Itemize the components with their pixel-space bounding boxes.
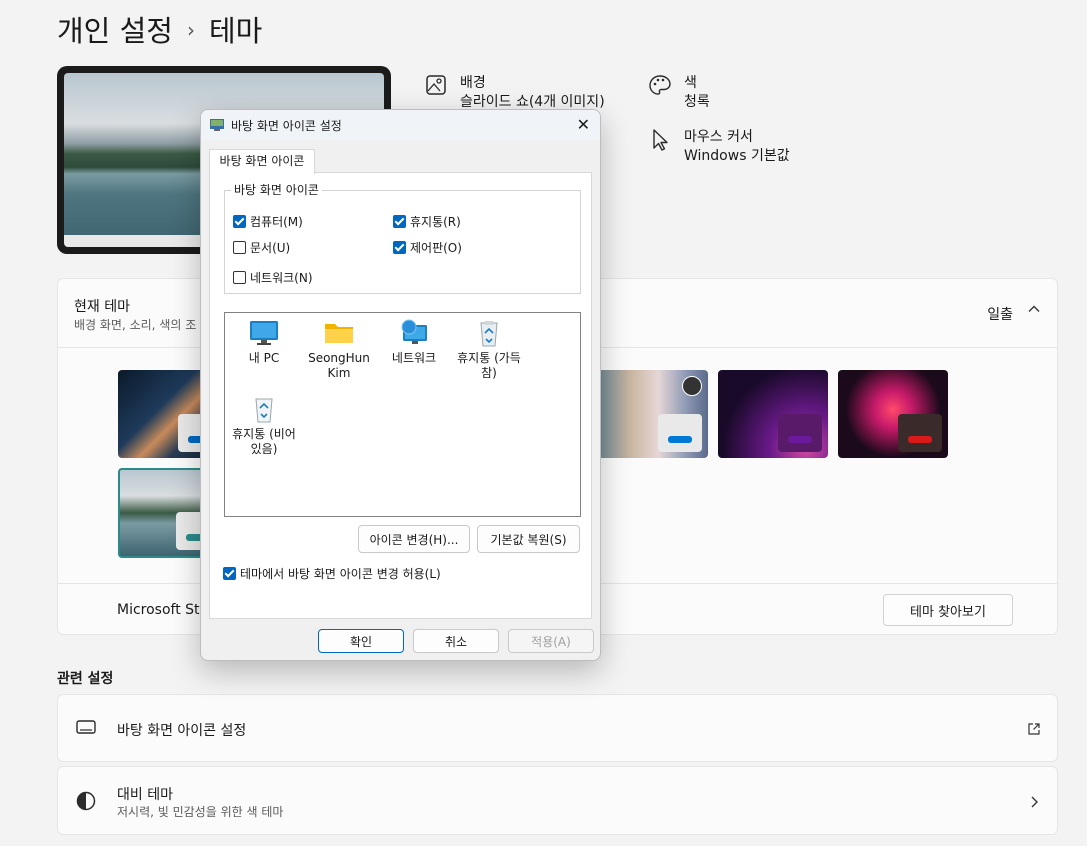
store-label: Microsoft Sto: [117, 602, 209, 618]
network-checkbox[interactable]: 네트워크(N): [233, 269, 313, 286]
icon-label: SeongHun Kim: [308, 351, 370, 380]
page-title: 테마: [208, 14, 263, 48]
color-info[interactable]: 색 청록: [648, 74, 710, 112]
desktop-icon-list[interactable]: 내 PC SeongHun Kim 네트워크 휴지통 (가득 참) 휴지통 (비…: [224, 312, 581, 517]
checkbox-label: 문서(U): [250, 241, 291, 255]
contrast-themes-row[interactable]: 대비 테마 저시력, 빛 민감성을 위한 색 테마: [57, 766, 1058, 835]
current-theme-subtitle: 배경 화면, 소리, 색의 조: [74, 318, 197, 332]
background-info[interactable]: 배경 슬라이드 쇼(4개 이미지): [424, 74, 605, 112]
chevron-up-icon[interactable]: [1027, 301, 1041, 320]
color-label: 색: [684, 75, 697, 91]
current-theme-title: 현재 테마: [74, 299, 130, 315]
desktop-icon-settings-label: 바탕 화면 아이콘 설정: [117, 723, 247, 739]
checkbox-label: 제어판(O): [410, 241, 462, 255]
dialog-titlebar[interactable]: 바탕 화면 아이콘 설정 ✕: [201, 110, 600, 140]
external-link-icon: [1027, 721, 1041, 740]
cancel-button[interactable]: 취소: [413, 629, 499, 653]
computer-checkbox[interactable]: 컴퓨터(M): [233, 213, 303, 230]
theme-thumbnail-glow[interactable]: [718, 370, 828, 458]
dialog-app-icon: [209, 117, 225, 137]
control-panel-checkbox[interactable]: 제어판(O): [393, 239, 462, 256]
group-legend: 바탕 화면 아이콘: [231, 181, 322, 198]
monitor-icon: [249, 319, 279, 347]
cursor-label: 마우스 커서: [684, 129, 753, 145]
network-icon: [399, 319, 429, 347]
breadcrumb-separator: ›: [186, 18, 195, 42]
monitor-icon: [76, 719, 96, 739]
icon-label: 내 PC: [248, 351, 280, 365]
breadcrumb-parent[interactable]: 개인 설정: [57, 8, 173, 50]
contrast-themes-subtitle: 저시력, 빛 민감성을 위한 색 테마: [117, 805, 284, 819]
checkbox-box[interactable]: [223, 567, 236, 580]
checkbox-label: 테마에서 바탕 화면 아이콘 변경 허용(L): [240, 567, 441, 581]
theme-thumbnail-flow[interactable]: [838, 370, 948, 458]
theme-chip: [658, 414, 702, 452]
recycle-bin-checkbox[interactable]: 휴지통(R): [393, 213, 461, 230]
breadcrumb: 개인 설정 › 테마: [57, 8, 262, 50]
folder-icon: [324, 319, 354, 347]
chevron-right-icon: [1029, 794, 1039, 813]
checkbox-label: 컴퓨터(M): [250, 215, 303, 229]
checkbox-label: 네트워크(N): [250, 271, 313, 285]
browse-themes-button[interactable]: 테마 찾아보기: [883, 594, 1013, 626]
theme-thumbnail-flowers[interactable]: [598, 370, 708, 458]
palette-icon: [648, 74, 672, 98]
allow-themes-checkbox[interactable]: 테마에서 바탕 화면 아이콘 변경 허용(L): [223, 565, 441, 582]
cursor-info[interactable]: 마우스 커서 Windows 기본값: [648, 128, 790, 166]
ok-button[interactable]: 확인: [318, 629, 404, 653]
icon-item-pc[interactable]: 내 PC: [225, 313, 303, 366]
contrast-themes-title: 대비 테마: [117, 787, 173, 803]
color-value: 청록: [684, 94, 710, 110]
desktop-icons-group: 바탕 화면 아이콘 컴퓨터(M) 휴지통(R) 문서(U) 제어판(O) 네트워…: [224, 181, 581, 294]
desktop-icon-settings-dialog: 바탕 화면 아이콘 설정 ✕ 바탕 화면 아이콘 바탕 화면 아이콘 컴퓨터(M…: [200, 109, 601, 661]
theme-chip: [898, 414, 942, 452]
icon-label: 네트워크: [391, 351, 437, 365]
change-icon-button[interactable]: 아이콘 변경(H)...: [358, 525, 470, 553]
recycle-bin-full-icon: [474, 319, 504, 347]
slideshow-icon: [682, 376, 702, 396]
dialog-panel: 바탕 화면 아이콘 컴퓨터(M) 휴지통(R) 문서(U) 제어판(O) 네트워…: [209, 172, 592, 619]
icon-label: 휴지통 (가득 참): [457, 351, 521, 380]
desktop-icon-settings-row[interactable]: 바탕 화면 아이콘 설정: [57, 694, 1058, 762]
checkbox-label: 휴지통(R): [410, 215, 461, 229]
restore-default-button[interactable]: 기본값 복원(S): [477, 525, 580, 553]
background-label: 배경: [460, 75, 486, 91]
contrast-icon: [76, 791, 96, 815]
recycle-bin-empty-icon: [249, 395, 279, 423]
related-settings-title: 관련 설정: [57, 671, 114, 687]
close-icon[interactable]: ✕: [577, 115, 590, 134]
dialog-title: 바탕 화면 아이콘 설정: [231, 119, 342, 133]
checkbox-box[interactable]: [393, 215, 406, 228]
image-icon: [424, 74, 448, 98]
icon-item-recycle-empty[interactable]: 휴지통 (비어 있음): [225, 389, 303, 457]
documents-checkbox[interactable]: 문서(U): [233, 239, 290, 256]
tab-desktop-icons[interactable]: 바탕 화면 아이콘: [209, 149, 315, 174]
checkbox-box[interactable]: [393, 241, 406, 254]
checkbox-box[interactable]: [233, 215, 246, 228]
icon-item-recycle-full[interactable]: 휴지통 (가득 참): [450, 313, 528, 381]
icon-label: 휴지통 (비어 있음): [232, 427, 296, 456]
current-theme-status: 일출: [987, 307, 1013, 323]
theme-chip: [778, 414, 822, 452]
checkbox-box[interactable]: [233, 241, 246, 254]
icon-item-network[interactable]: 네트워크: [375, 313, 453, 366]
cursor-value: Windows 기본값: [684, 148, 790, 164]
cursor-icon: [648, 128, 672, 152]
checkbox-box[interactable]: [233, 271, 246, 284]
icon-item-user-folder[interactable]: SeongHun Kim: [300, 313, 378, 381]
apply-button[interactable]: 적용(A): [508, 629, 594, 653]
